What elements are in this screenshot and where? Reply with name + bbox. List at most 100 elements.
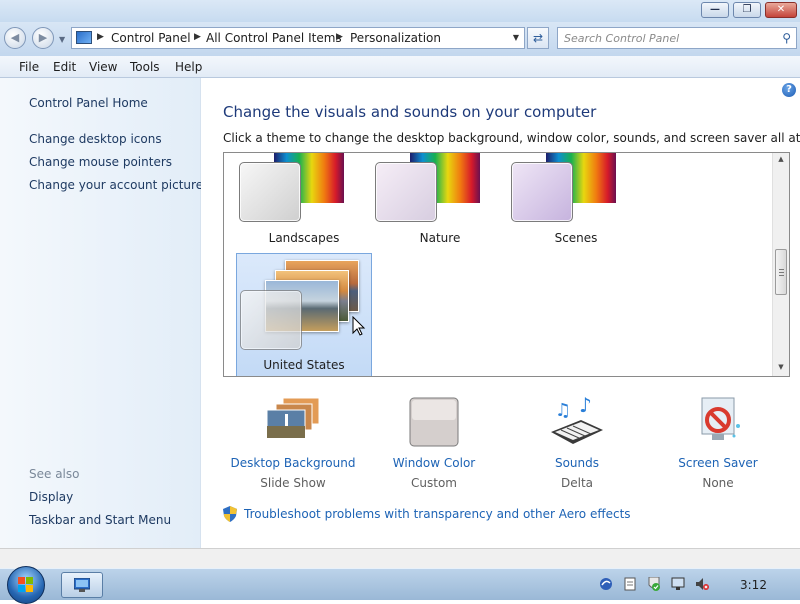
screen-saver-value: None	[702, 476, 734, 490]
sounds-icon: ♫ ♪	[551, 396, 603, 444]
address-bar[interactable]: ▶ Control Panel ▶ All Control Panel Item…	[71, 27, 525, 49]
breadcrumb-all-items[interactable]: All Control Panel Items	[206, 31, 342, 45]
start-button[interactable]	[7, 566, 45, 604]
help-icon[interactable]: ?	[782, 83, 796, 97]
menu-view[interactable]: View	[89, 60, 117, 74]
window-color-setting[interactable]: Window Color Custom	[369, 396, 499, 491]
navigation-bar: ◀ ▶ ▼ ▶ Control Panel ▶ All Control Pane…	[0, 22, 800, 56]
refresh-button[interactable]: ⇄	[527, 27, 549, 49]
minimize-button[interactable]: —	[701, 2, 729, 18]
theme-name: United States	[263, 358, 345, 372]
control-panel-window: — ❐ ✕ ◀ ▶ ▼ ▶ Control Panel ▶ All Contro…	[0, 0, 800, 568]
screen-saver-icon	[701, 397, 740, 440]
window-color-icon	[409, 397, 459, 447]
task-pane: Control Panel Home Change desktop icons …	[0, 78, 203, 548]
page-description: Click a theme to change the desktop back…	[223, 131, 800, 145]
svg-text:♫: ♫	[555, 400, 571, 421]
search-input[interactable]	[564, 30, 769, 46]
grip-line	[779, 272, 784, 273]
window-color-value: Custom	[411, 476, 457, 490]
taskbar-start-menu-link[interactable]: Taskbar and Start Menu	[29, 513, 171, 527]
window-color-link[interactable]: Window Color	[369, 456, 499, 470]
theme-list-scrollbar[interactable]: ▲ ▼	[772, 153, 789, 376]
address-dropdown-icon[interactable]: ▼	[513, 33, 519, 42]
desktop-background-icon	[266, 397, 320, 439]
maximize-icon: ❐	[742, 4, 752, 15]
theme-list: Landscapes Nature Scenes United States ▲…	[223, 152, 790, 377]
menu-file[interactable]: File	[19, 60, 39, 74]
troubleshoot-link[interactable]: Troubleshoot problems with transparency …	[244, 507, 631, 521]
title-bar[interactable]: — ❐ ✕	[0, 0, 800, 22]
control-panel-home-link[interactable]: Control Panel Home	[29, 96, 148, 110]
windows-logo-icon	[18, 577, 33, 592]
sounds-link[interactable]: Sounds	[512, 456, 642, 470]
theme-glass-preview	[240, 290, 302, 350]
desktop-background-link[interactable]: Desktop Background	[228, 456, 358, 470]
volume-muted-icon[interactable]	[695, 577, 709, 591]
theme-name: Scenes	[554, 231, 598, 245]
taskbar-clock[interactable]: 3:12	[740, 578, 767, 592]
screen-saver-link[interactable]: Screen Saver	[653, 456, 783, 470]
taskbar: 3:12	[0, 566, 800, 604]
page-title: Change the visuals and sounds on your co…	[223, 103, 597, 121]
desktop-background-setting[interactable]: Desktop Background Slide Show	[228, 396, 358, 491]
action-center-icon[interactable]	[647, 577, 661, 591]
breadcrumb-separator-icon[interactable]: ▶	[97, 32, 104, 42]
refresh-icon: ⇄	[532, 31, 544, 45]
network-tray-icon[interactable]	[671, 577, 685, 591]
svg-text:♪: ♪	[579, 396, 592, 417]
menu-tools[interactable]: Tools	[130, 60, 160, 74]
breadcrumb-control-panel[interactable]: Control Panel	[111, 31, 191, 45]
system-tray: 3:12	[595, 569, 800, 601]
mouse-cursor-icon	[352, 316, 366, 336]
main-content: ? Change the visuals and sounds on your …	[201, 78, 800, 548]
theme-glass-preview	[239, 162, 301, 222]
taskbar-control-panel-button[interactable]	[61, 572, 103, 598]
theme-landscapes[interactable]: Landscapes	[236, 153, 372, 253]
menu-bar: File Edit View Tools Help	[0, 56, 800, 78]
change-mouse-pointers-link[interactable]: Change mouse pointers	[29, 155, 172, 169]
sync-tray-icon[interactable]	[599, 577, 613, 591]
see-also-heading: See also	[29, 467, 80, 481]
close-icon: ✕	[776, 4, 786, 15]
minimize-icon: —	[710, 4, 720, 15]
display-link[interactable]: Display	[29, 490, 73, 504]
breadcrumb-separator-icon[interactable]: ▶	[336, 32, 343, 42]
scroll-up-icon[interactable]: ▲	[773, 155, 789, 163]
theme-nature[interactable]: Nature	[372, 153, 508, 253]
control-panel-taskbar-icon	[74, 578, 90, 592]
menu-edit[interactable]: Edit	[53, 60, 76, 74]
sounds-setting[interactable]: ♫ ♪ Sounds Delta	[512, 396, 642, 491]
status-strip	[0, 548, 800, 568]
back-button[interactable]: ◀	[4, 27, 26, 49]
theme-united-states[interactable]: United States	[236, 253, 372, 376]
breadcrumb-personalization[interactable]: Personalization	[350, 31, 441, 45]
back-arrow-icon: ◀	[10, 31, 20, 44]
menu-help[interactable]: Help	[175, 60, 202, 74]
control-panel-icon	[76, 31, 92, 44]
grip-line	[779, 269, 784, 270]
document-tray-icon[interactable]	[623, 577, 637, 591]
forward-button[interactable]: ▶	[32, 27, 54, 49]
sounds-value: Delta	[560, 476, 593, 490]
theme-glass-preview	[511, 162, 573, 222]
theme-scenes[interactable]: Scenes	[508, 153, 644, 253]
breadcrumb-separator-icon[interactable]: ▶	[194, 32, 201, 42]
theme-name: Landscapes	[268, 231, 340, 245]
change-account-picture-link[interactable]: Change your account picture	[29, 178, 203, 192]
scroll-down-icon[interactable]: ▼	[773, 363, 789, 371]
close-button[interactable]: ✕	[765, 2, 797, 18]
forward-arrow-icon: ▶	[38, 31, 48, 44]
screen-saver-setting[interactable]: Screen Saver None	[653, 396, 783, 491]
recent-pages-dropdown[interactable]: ▼	[59, 35, 65, 44]
maximize-button[interactable]: ❐	[733, 2, 761, 18]
search-icon[interactable]: ⚲	[782, 31, 791, 45]
grip-line	[779, 275, 784, 276]
search-box: ⚲	[557, 27, 797, 49]
desktop-background-value: Slide Show	[260, 476, 326, 490]
theme-glass-preview	[375, 162, 437, 222]
scrollbar-thumb[interactable]	[775, 249, 787, 295]
theme-name: Nature	[419, 231, 461, 245]
change-desktop-icons-link[interactable]: Change desktop icons	[29, 132, 162, 146]
shield-icon	[223, 506, 237, 522]
